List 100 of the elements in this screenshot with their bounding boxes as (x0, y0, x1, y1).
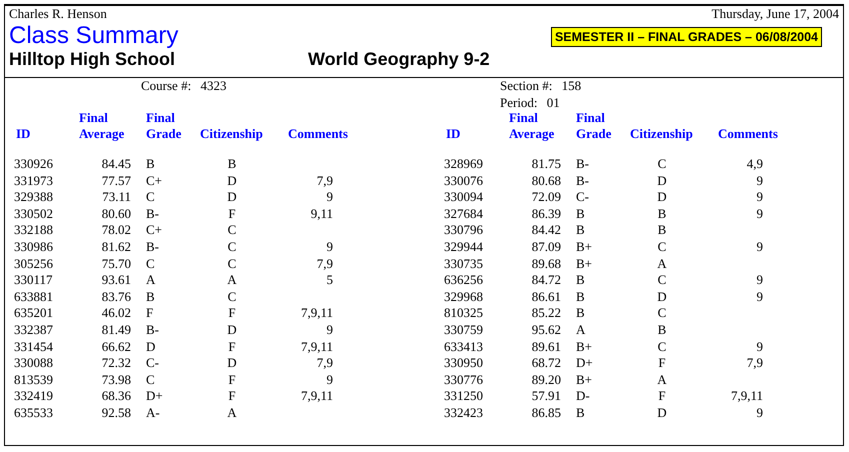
final-grade: C (146, 372, 155, 387)
final-average: 72.32 (102, 355, 131, 370)
student-id: 330502 (14, 206, 53, 221)
comments: 7,9 (746, 355, 763, 370)
citizenship-grade: F (228, 206, 236, 221)
comments: 9 (756, 272, 763, 288)
citizenship-grade: C (228, 238, 236, 254)
report-date: Thursday, June 17, 2004 (712, 6, 839, 23)
final-average: 84.42 (532, 222, 561, 238)
citizenship-grade: A (227, 404, 237, 420)
student-id: 331454 (14, 338, 53, 354)
student-id: 635533 (14, 404, 53, 420)
citizenship-grade: F (228, 305, 236, 320)
column-header: Final Average (79, 110, 126, 142)
column-header: Final Grade (576, 110, 612, 142)
school-name: Hilltop High School (9, 48, 176, 69)
citizenship-grade: D (657, 189, 667, 204)
final-grade: C+ (146, 222, 162, 238)
citizenship-grade: F (228, 372, 236, 387)
final-average: 77.57 (102, 172, 131, 188)
final-average: 57.91 (532, 388, 561, 404)
comments: 7,9 (316, 355, 333, 370)
final-grade: C (146, 256, 155, 271)
citizenship-grade: A (657, 372, 667, 387)
final-average: 68.72 (532, 355, 561, 370)
course-number-value: 4323 (200, 78, 226, 93)
citizenship-grade: D (227, 172, 237, 188)
student-id: 329968 (444, 288, 483, 304)
final-average: 73.11 (102, 189, 131, 204)
final-grade: B- (146, 206, 159, 221)
final-average: 46.02 (102, 305, 131, 320)
column-header: Final Grade (146, 110, 182, 142)
final-grade: B+ (576, 338, 592, 354)
citizenship-grade: C (658, 272, 666, 288)
final-grade: C (146, 189, 155, 204)
citizenship-grade: D (657, 172, 667, 188)
section-number-value: 158 (562, 78, 582, 93)
comments: 7,9 (316, 256, 333, 271)
comments: 4,9 (746, 156, 763, 171)
comments: 7,9,11 (730, 388, 763, 404)
final-grade: B (146, 288, 155, 304)
student-id: 331250 (444, 388, 483, 404)
final-average: 87.09 (532, 238, 561, 254)
citizenship-grade: D (227, 189, 237, 204)
student-id: 305256 (14, 256, 53, 271)
final-average: 80.68 (532, 172, 561, 188)
comments: 7,9 (316, 172, 333, 188)
final-grade: D+ (146, 388, 163, 404)
citizenship-grade: F (228, 338, 236, 354)
final-grade: C- (576, 189, 589, 204)
student-id: 330076 (444, 172, 483, 188)
student-id: 810325 (444, 305, 483, 320)
final-grade: B- (146, 322, 159, 337)
comments: 9 (326, 372, 333, 387)
citizenship-grade: C (658, 338, 666, 354)
final-average: 75.70 (102, 256, 131, 271)
citizenship-grade: D (657, 404, 667, 420)
comments: 7,9,11 (300, 388, 333, 404)
final-average: 84.72 (532, 272, 561, 288)
comments: 9 (756, 189, 763, 204)
student-id: 330117 (14, 272, 53, 288)
comments: 9 (756, 238, 763, 254)
student-id: 635201 (14, 305, 53, 320)
final-grade: B (576, 222, 585, 238)
final-grade: C- (146, 355, 159, 370)
student-id: 330776 (444, 372, 483, 387)
final-average: 89.20 (532, 372, 561, 387)
final-grade: F (146, 305, 154, 320)
student-id: 332188 (14, 222, 53, 238)
column-header: Citizenship (630, 126, 694, 142)
comments: 9 (326, 322, 333, 337)
final-average: 89.68 (532, 256, 561, 271)
citizenship-grade: D (227, 322, 237, 337)
final-grade: B+ (576, 256, 592, 271)
teacher-name: Charles R. Henson (9, 6, 107, 23)
final-grade: B- (576, 172, 589, 188)
comments: 9 (756, 288, 763, 304)
citizenship-grade: C (658, 156, 666, 171)
report-title: Class Summary (9, 22, 178, 49)
final-grade: B (146, 156, 155, 171)
citizenship-grade: B (658, 206, 666, 221)
final-grade: B (576, 206, 585, 221)
citizenship-grade: A (227, 272, 237, 288)
final-grade: B (576, 305, 585, 320)
comments: 9 (326, 238, 333, 254)
final-average: 95.62 (532, 322, 561, 337)
final-average: 72.09 (532, 189, 561, 204)
comments: 9 (756, 338, 763, 354)
student-id: 331973 (14, 172, 53, 188)
citizenship-grade: A (657, 256, 667, 271)
student-id: 633881 (14, 288, 53, 304)
final-average: 84.45 (102, 156, 131, 171)
final-average: 86.85 (532, 404, 561, 420)
student-id: 332419 (14, 388, 53, 404)
citizenship-grade: B (228, 156, 236, 171)
citizenship-grade: D (657, 288, 667, 304)
column-header: Citizenship (200, 126, 264, 142)
comments: 9,11 (310, 206, 333, 221)
citizenship-grade: C (228, 222, 236, 238)
period-value: 01 (546, 94, 560, 110)
